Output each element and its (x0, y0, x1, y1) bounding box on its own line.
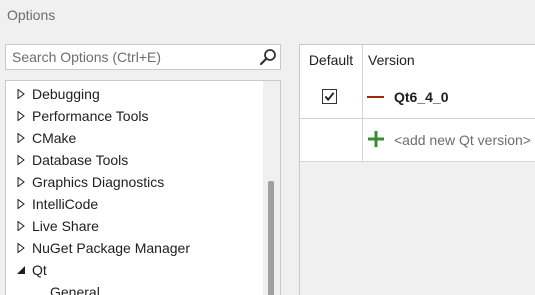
tree-item-label: General (50, 284, 100, 295)
caret-expanded-icon[interactable] (16, 265, 26, 275)
tree-item-label: CMake (32, 130, 77, 146)
column-header-version[interactable]: Version (368, 45, 415, 76)
tree-item-label: NuGet Package Manager (32, 240, 190, 256)
tree-item-label: Debugging (32, 86, 100, 102)
column-header-default[interactable]: Default (300, 45, 363, 76)
tree-item-label: Database Tools (32, 152, 129, 168)
search-icon[interactable] (259, 48, 277, 66)
tree-scrollbar[interactable] (263, 81, 280, 295)
version-name[interactable]: Qt6_4_0 (394, 76, 448, 118)
tree-item-label: Live Share (32, 218, 99, 234)
qt-versions-table: Default Version Qt6_4_0 <add new Qt vers… (299, 44, 535, 295)
add-version-row[interactable]: <add new Qt version> (300, 119, 535, 162)
add-new-qt-version-link[interactable]: <add new Qt version> (394, 119, 531, 161)
default-checkbox[interactable] (322, 89, 337, 104)
caret-right-icon[interactable] (16, 89, 26, 99)
tree-item-label: Qt (32, 262, 47, 278)
scrollbar-thumb[interactable] (268, 181, 274, 295)
caret-right-icon[interactable] (16, 133, 26, 143)
options-tree[interactable]: Debugging Performance Tools CMake Databa… (5, 80, 281, 295)
default-cell (300, 76, 363, 118)
caret-right-icon[interactable] (16, 155, 26, 165)
window-title: Options (7, 7, 56, 23)
search-input[interactable] (6, 45, 254, 69)
plus-icon[interactable] (367, 130, 385, 148)
table-row[interactable]: Qt6_4_0 (300, 76, 535, 119)
caret-right-icon[interactable] (16, 111, 26, 121)
search-box[interactable] (5, 44, 281, 70)
version-status-dash-icon (367, 96, 384, 98)
caret-right-icon[interactable] (16, 199, 26, 209)
tree-item-label: Graphics Diagnostics (32, 174, 165, 190)
tree-item-label: Performance Tools (32, 108, 149, 124)
table-header: Default Version (300, 45, 535, 77)
checkmark-icon (324, 92, 335, 102)
tree-item-label: IntelliCode (32, 196, 99, 212)
caret-right-icon[interactable] (16, 221, 26, 231)
default-cell (300, 119, 363, 161)
caret-right-icon[interactable] (16, 243, 26, 253)
caret-right-icon[interactable] (16, 177, 26, 187)
